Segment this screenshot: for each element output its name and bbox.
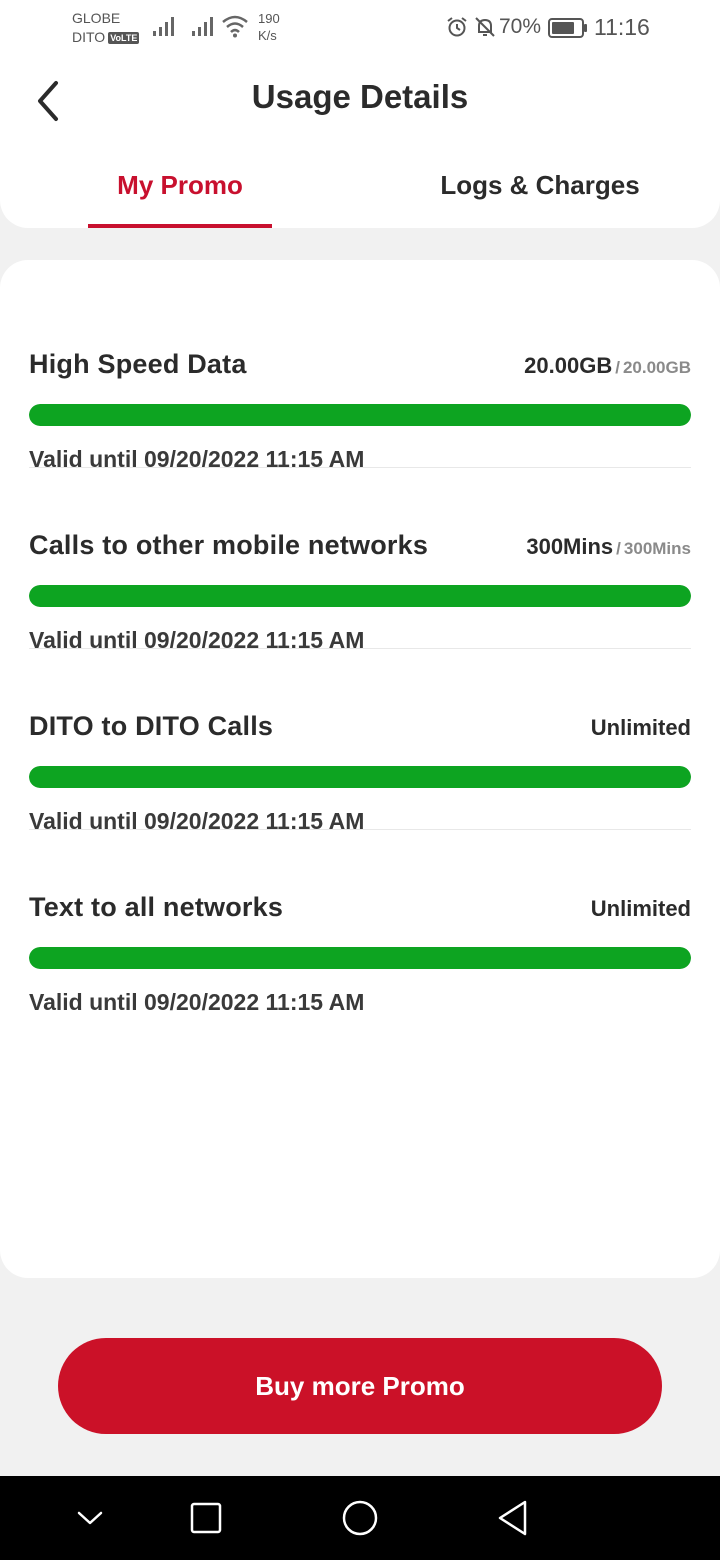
- usage-remaining: Unlimited: [590, 896, 691, 921]
- usage-total: 20.00GB: [622, 358, 691, 377]
- wifi-icon: [222, 15, 248, 38]
- bell-off-icon: [475, 17, 495, 37]
- battery-icon: [548, 18, 587, 38]
- nav-recents-button[interactable]: [186, 1498, 226, 1538]
- net-speed-value: 190: [258, 11, 280, 26]
- net-speed-unit: K/s: [258, 28, 277, 43]
- usage-remaining: Unlimited: [590, 715, 691, 740]
- usage-amount: 300Mins/300Mins: [526, 534, 691, 559]
- nav-hide-button[interactable]: [70, 1498, 110, 1538]
- tab-my-promo[interactable]: My Promo: [88, 162, 272, 228]
- battery-percent: 70%: [499, 15, 542, 38]
- tab-my-promo-label: My Promo: [117, 170, 243, 200]
- usage-card: High Speed Data 20.00GB/20.00GB Valid un…: [0, 260, 720, 1278]
- triangle-back-icon: [498, 1500, 527, 1536]
- buy-more-promo-button[interactable]: Buy more Promo: [58, 1338, 662, 1434]
- usage-progress-fill: [29, 404, 691, 426]
- nav-home-button[interactable]: [340, 1498, 380, 1538]
- status-bar: GLOBE DITO VoLTE 190 K/s 70% 11:16: [0, 0, 720, 56]
- usage-name: DITO to DITO Calls: [29, 711, 274, 741]
- usage-amount: Unlimited: [591, 715, 691, 741]
- carrier-2-label: DITO: [72, 29, 106, 45]
- alarm-icon: [447, 17, 467, 37]
- system-nav-bar: [0, 1476, 720, 1560]
- usage-remaining: 300Mins: [526, 534, 614, 559]
- volte-badge: VoLTE: [108, 31, 140, 44]
- usage-progress-bar: [29, 766, 691, 788]
- usage-progress-fill: [29, 766, 691, 788]
- usage-total: 300Mins: [623, 539, 691, 558]
- usage-item-text-all-networks: Text to all networks Unlimited Valid unt…: [29, 830, 691, 1015]
- carrier-info: GLOBE DITO VoLTE: [72, 9, 140, 47]
- usage-amount: Unlimited: [591, 896, 691, 922]
- usage-progress-fill: [29, 947, 691, 969]
- nav-back-button[interactable]: [492, 1498, 532, 1538]
- usage-name: Calls to other mobile networks: [29, 530, 429, 560]
- usage-progress-fill: [29, 585, 691, 607]
- clock: 11:16: [594, 14, 650, 40]
- carrier-1-label: GLOBE: [72, 10, 121, 26]
- usage-item-calls-other-networks: Calls to other mobile networks 300Mins/3…: [29, 468, 691, 653]
- signal-2-icon: [192, 17, 213, 36]
- page-title: Usage Details: [251, 78, 469, 115]
- net-speed: 190 K/s: [258, 10, 280, 44]
- usage-remaining: 20.00GB: [524, 353, 613, 378]
- usage-progress-bar: [29, 404, 691, 426]
- usage-name: Text to all networks: [29, 892, 284, 922]
- tab-logs-charges-label: Logs & Charges: [440, 170, 640, 200]
- usage-item-high-speed-data: High Speed Data 20.00GB/20.00GB Valid un…: [29, 287, 691, 472]
- usage-progress-bar: [29, 947, 691, 969]
- usage-progress-bar: [29, 585, 691, 607]
- signal-1-icon: [153, 17, 174, 36]
- chevron-down-icon: [77, 1511, 103, 1525]
- circle-icon: [342, 1500, 378, 1536]
- usage-name: High Speed Data: [29, 349, 247, 379]
- valid-until-text: Valid until 09/20/2022 11:15 AM: [29, 989, 365, 1015]
- usage-item-dito-to-dito-calls: DITO to DITO Calls Unlimited Valid until…: [29, 649, 691, 834]
- header: Usage Details My Promo Logs & Charges: [0, 56, 720, 228]
- usage-amount: 20.00GB/20.00GB: [524, 353, 691, 378]
- tab-logs-charges[interactable]: Logs & Charges: [420, 162, 660, 228]
- square-icon: [190, 1502, 222, 1534]
